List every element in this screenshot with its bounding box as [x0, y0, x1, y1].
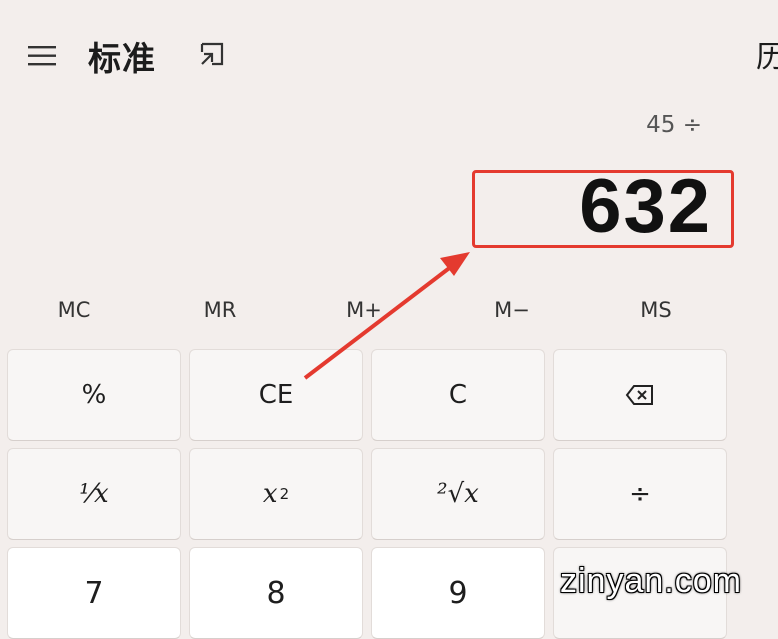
backspace-icon: [625, 385, 653, 405]
clear-button[interactable]: C: [371, 349, 545, 441]
square-root-label: ²√x: [437, 479, 479, 509]
hamburger-menu-icon[interactable]: [22, 36, 62, 76]
memory-clear-button[interactable]: MC: [34, 298, 114, 322]
reciprocal-button[interactable]: ⅟x: [7, 448, 181, 540]
divide-button[interactable]: ÷: [553, 448, 727, 540]
digit-9-button[interactable]: 9: [371, 547, 545, 639]
square-exponent-label: 2: [279, 485, 290, 503]
mode-title: 标准: [88, 39, 156, 78]
square-root-button[interactable]: ²√x: [371, 448, 545, 540]
watermark: zinyan.com: [560, 562, 742, 600]
reciprocal-label: ⅟x: [79, 479, 109, 509]
calculator-window: 标准 历 45 ÷ 632 MC MR M+ M− MS % CE C ⅟x x…: [0, 0, 778, 639]
clear-entry-button[interactable]: CE: [189, 349, 363, 441]
backspace-button[interactable]: [553, 349, 727, 441]
digit-8-button[interactable]: 8: [189, 547, 363, 639]
square-base-label: x: [262, 479, 278, 509]
memory-add-button[interactable]: M+: [324, 298, 404, 322]
square-button[interactable]: x2: [189, 448, 363, 540]
result-display: 632: [579, 164, 712, 249]
memory-subtract-button[interactable]: M−: [472, 298, 552, 322]
history-button[interactable]: 历: [756, 32, 778, 76]
keep-on-top-icon[interactable]: [198, 38, 230, 70]
memory-store-button[interactable]: MS: [616, 298, 696, 322]
expression-display: 45 ÷: [646, 112, 702, 138]
percent-button[interactable]: %: [7, 349, 181, 441]
memory-recall-button[interactable]: MR: [180, 298, 260, 322]
digit-7-button[interactable]: 7: [7, 547, 181, 639]
